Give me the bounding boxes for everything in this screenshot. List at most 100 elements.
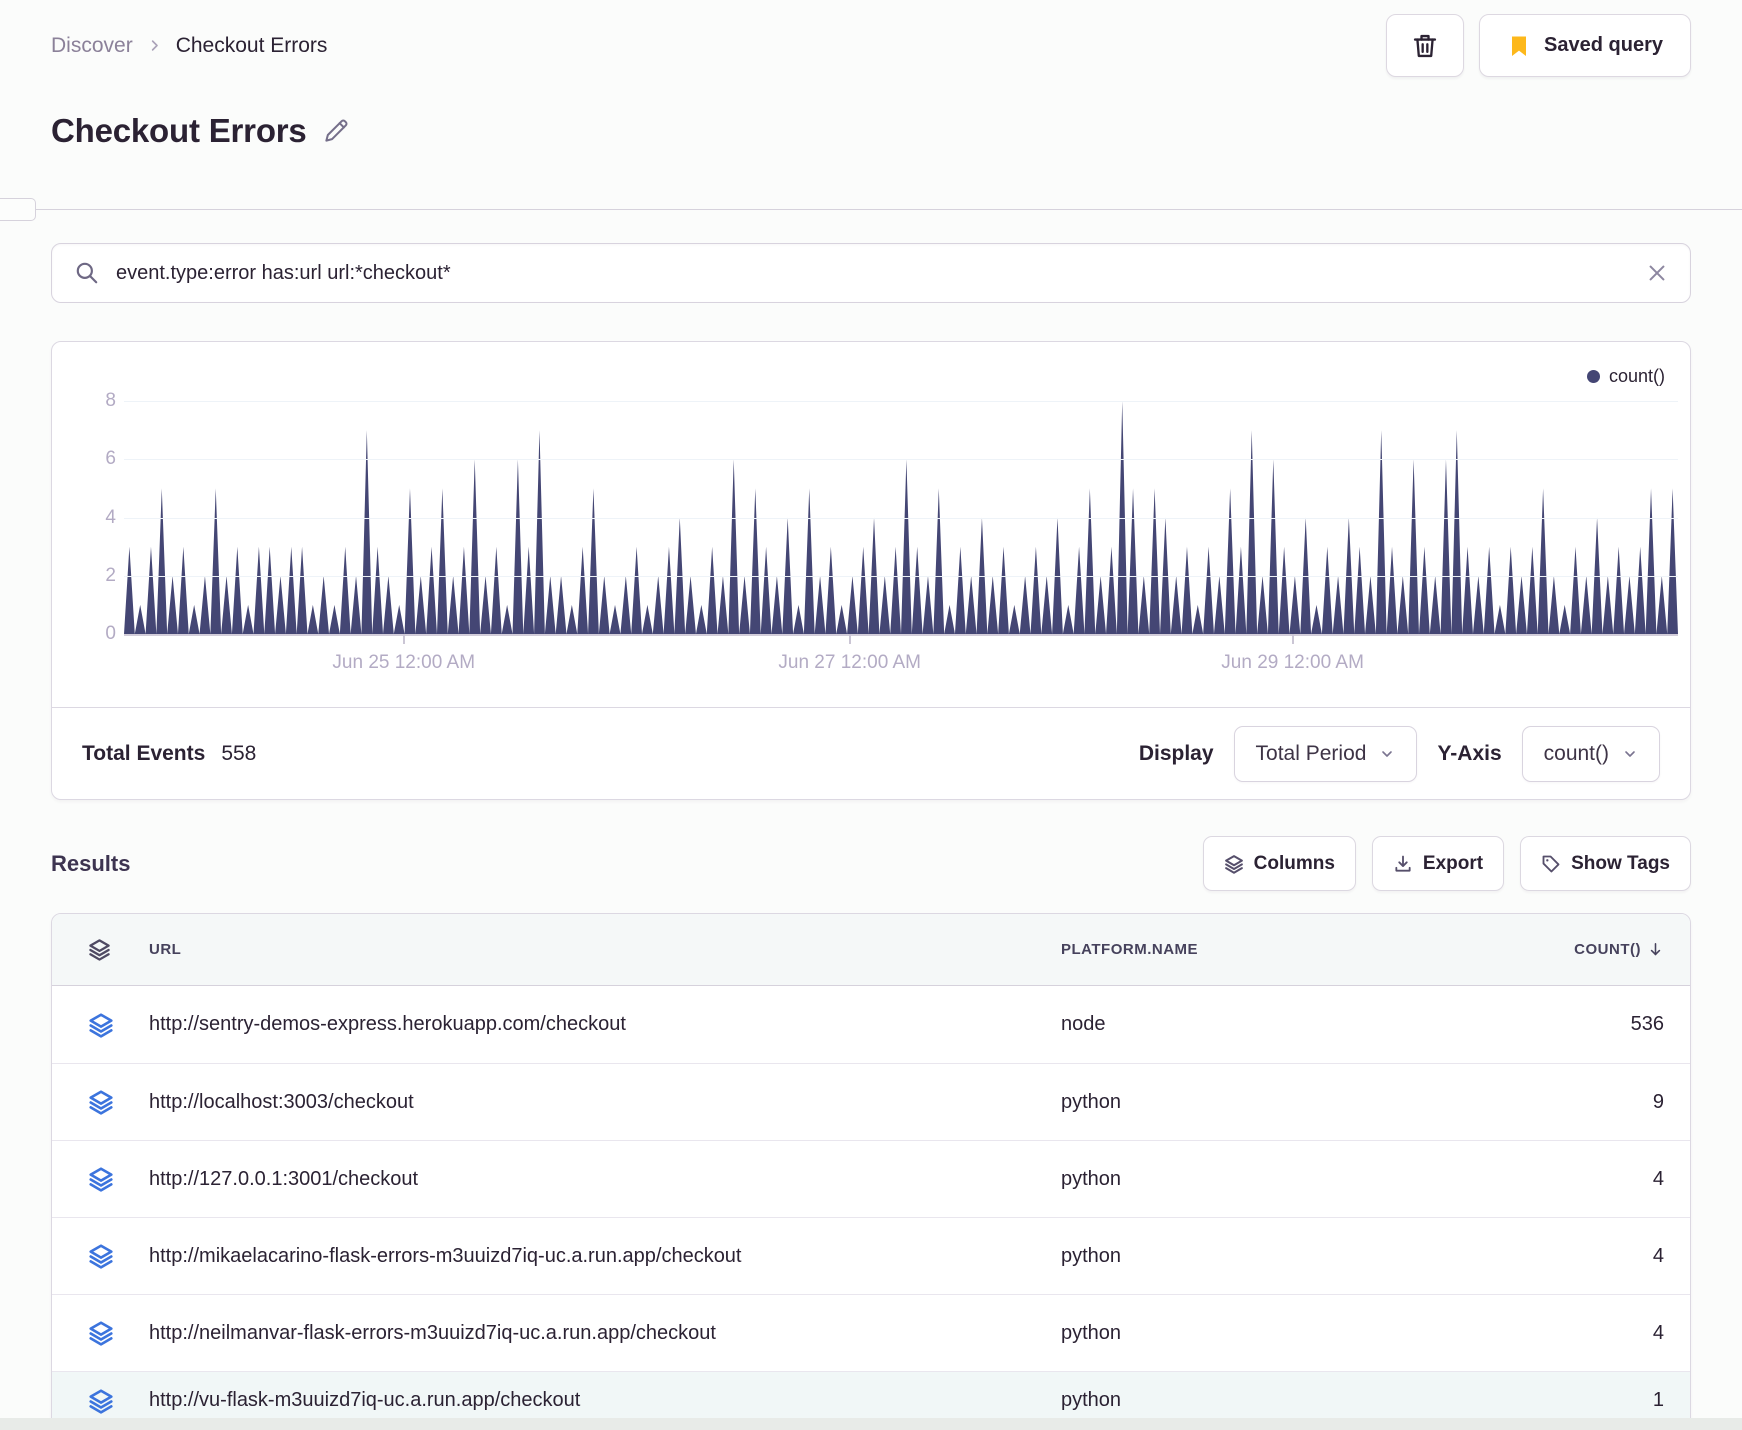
legend-count[interactable]: count() <box>1586 366 1665 387</box>
chevron-down-icon <box>1379 746 1395 762</box>
chart-area: count() 0 2 4 6 8 Jun 25 12:00 AM Jun 27 12:0… <box>52 342 1690 707</box>
display-label: Display <box>1138 741 1214 765</box>
platform-cell: node <box>1061 1013 1106 1035</box>
export-button[interactable]: Export <box>1371 836 1505 891</box>
columns-button[interactable]: Columns <box>1202 836 1356 891</box>
chart-panel: count() 0 2 4 6 8 Jun 25 12:00 AM Jun 27 12:0… <box>51 341 1691 800</box>
header-divider <box>0 198 1742 221</box>
column-header-count[interactable]: COUNT() <box>1481 941 1690 958</box>
count-cell: 4 <box>1652 1167 1664 1190</box>
y-tick-label: 0 <box>105 623 116 644</box>
discover-page: Discover Checkout Errors Saved query Che… <box>0 0 1742 1430</box>
page-bottom-strip <box>0 1418 1742 1430</box>
platform-cell: python <box>1061 1090 1122 1113</box>
chart-controls: Display Total Period Y-Axis count() <box>1138 725 1660 782</box>
y-tick-label: 8 <box>105 390 116 411</box>
stack-icon <box>1224 854 1244 874</box>
tag-icon <box>1541 854 1561 874</box>
yaxis-label: Y-Axis <box>1437 741 1502 765</box>
count-cell: 4 <box>1652 1321 1664 1344</box>
stack-icon <box>52 1320 149 1346</box>
stack-icon <box>52 1089 149 1115</box>
results-buttons: Columns Export Show Tags <box>1202 836 1691 891</box>
show-tags-button[interactable]: Show Tags <box>1520 836 1691 891</box>
stack-icon <box>52 938 149 961</box>
column-header-url[interactable]: URL <box>149 941 1061 958</box>
x-tick <box>848 634 851 644</box>
y-tick-label: 2 <box>105 564 116 586</box>
results-table: URL PLATFORM.NAME COUNT() http://sentry-… <box>51 913 1691 1430</box>
export-label: Export <box>1422 852 1484 874</box>
saved-query-button[interactable]: Saved query <box>1479 14 1691 77</box>
stack-icon <box>52 1012 149 1038</box>
delete-query-button[interactable] <box>1386 14 1465 77</box>
column-header-platform[interactable]: PLATFORM.NAME <box>1061 941 1481 958</box>
table-row[interactable]: http://sentry-demos-express.herokuapp.co… <box>52 986 1690 1063</box>
gridline <box>124 459 1678 461</box>
header-actions: Saved query <box>1386 14 1691 77</box>
page-title: Checkout Errors <box>51 111 307 149</box>
breadcrumb-discover-link[interactable]: Discover <box>51 34 133 58</box>
yaxis-dropdown[interactable]: count() <box>1521 725 1660 782</box>
platform-cell: python <box>1061 1389 1122 1411</box>
total-events: Total Events 558 <box>82 742 256 766</box>
gridline <box>124 575 1678 577</box>
table-row[interactable]: http://localhost:3003/checkout python 9 <box>52 1063 1690 1140</box>
search-icon <box>74 260 100 286</box>
gridline <box>124 517 1678 519</box>
count-cell: 4 <box>1652 1244 1664 1267</box>
table-row[interactable]: http://127.0.0.1:3001/checkout python 4 <box>52 1140 1690 1217</box>
results-header: Results Columns Export Show Tags <box>51 836 1691 891</box>
breadcrumb-current: Checkout Errors <box>175 33 328 57</box>
legend-dot-icon <box>1586 370 1600 383</box>
url-cell: http://sentry-demos-express.herokuapp.co… <box>149 1013 626 1035</box>
table-row[interactable]: http://mikaelacarino-flask-errors-m3uuiz… <box>52 1217 1690 1294</box>
trash-icon <box>1411 32 1439 60</box>
platform-cell: python <box>1061 1244 1122 1267</box>
show-tags-label: Show Tags <box>1571 852 1670 874</box>
count-cell: 1 <box>1652 1389 1664 1411</box>
total-events-label: Total Events <box>82 741 206 765</box>
count-cell: 9 <box>1652 1090 1664 1113</box>
display-dropdown[interactable]: Total Period <box>1233 725 1418 782</box>
table-row[interactable]: http://neilmanvar-flask-errors-m3uuizd7i… <box>52 1294 1690 1371</box>
chart-footer: Total Events 558 Display Total Period Y-… <box>52 707 1690 799</box>
url-cell: http://127.0.0.1:3001/checkout <box>149 1167 419 1190</box>
chart-plot: Jun 25 12:00 AM Jun 27 12:00 AM Jun 29 12:… <box>124 401 1678 673</box>
clear-search-icon[interactable] <box>1646 262 1668 284</box>
bookmark-icon <box>1507 33 1531 59</box>
chevron-right-icon <box>147 38 162 53</box>
y-tick-label: 6 <box>105 448 116 470</box>
x-tick <box>402 634 405 644</box>
yaxis-value: count() <box>1543 741 1609 765</box>
edit-title-icon[interactable] <box>323 117 350 144</box>
display-value: Total Period <box>1255 741 1367 765</box>
x-tick <box>1291 634 1294 644</box>
saved-query-label: Saved query <box>1544 34 1663 56</box>
url-cell: http://mikaelacarino-flask-errors-m3uuiz… <box>149 1244 742 1267</box>
stack-icon <box>52 1388 149 1414</box>
search-input[interactable] <box>116 261 1630 285</box>
search-bar <box>51 243 1691 303</box>
platform-cell: python <box>1061 1321 1122 1344</box>
stack-icon <box>52 1243 149 1269</box>
count-header-label: COUNT() <box>1574 941 1641 958</box>
sidebar-collapse-handle[interactable] <box>0 198 36 221</box>
count-cell: 536 <box>1630 1013 1664 1035</box>
legend-label: count() <box>1608 366 1665 386</box>
url-cell: http://neilmanvar-flask-errors-m3uuizd7i… <box>149 1321 716 1344</box>
chart-y-axis: 0 2 4 6 8 <box>52 390 116 644</box>
results-heading: Results <box>51 850 131 876</box>
top-bar: Discover Checkout Errors Saved query <box>51 0 1691 77</box>
y-tick-label: 4 <box>105 506 116 528</box>
gridline <box>124 401 1678 402</box>
columns-label: Columns <box>1253 852 1335 874</box>
x-tick-label: Jun 25 12:00 AM <box>332 652 476 673</box>
title-row: Checkout Errors <box>51 107 1691 154</box>
download-icon <box>1393 854 1413 874</box>
url-cell: http://localhost:3003/checkout <box>149 1090 414 1113</box>
chevron-down-icon <box>1622 746 1638 762</box>
gridline <box>124 634 1678 636</box>
table-header: URL PLATFORM.NAME COUNT() <box>52 914 1690 986</box>
x-tick-label: Jun 29 12:00 AM <box>1221 652 1364 673</box>
